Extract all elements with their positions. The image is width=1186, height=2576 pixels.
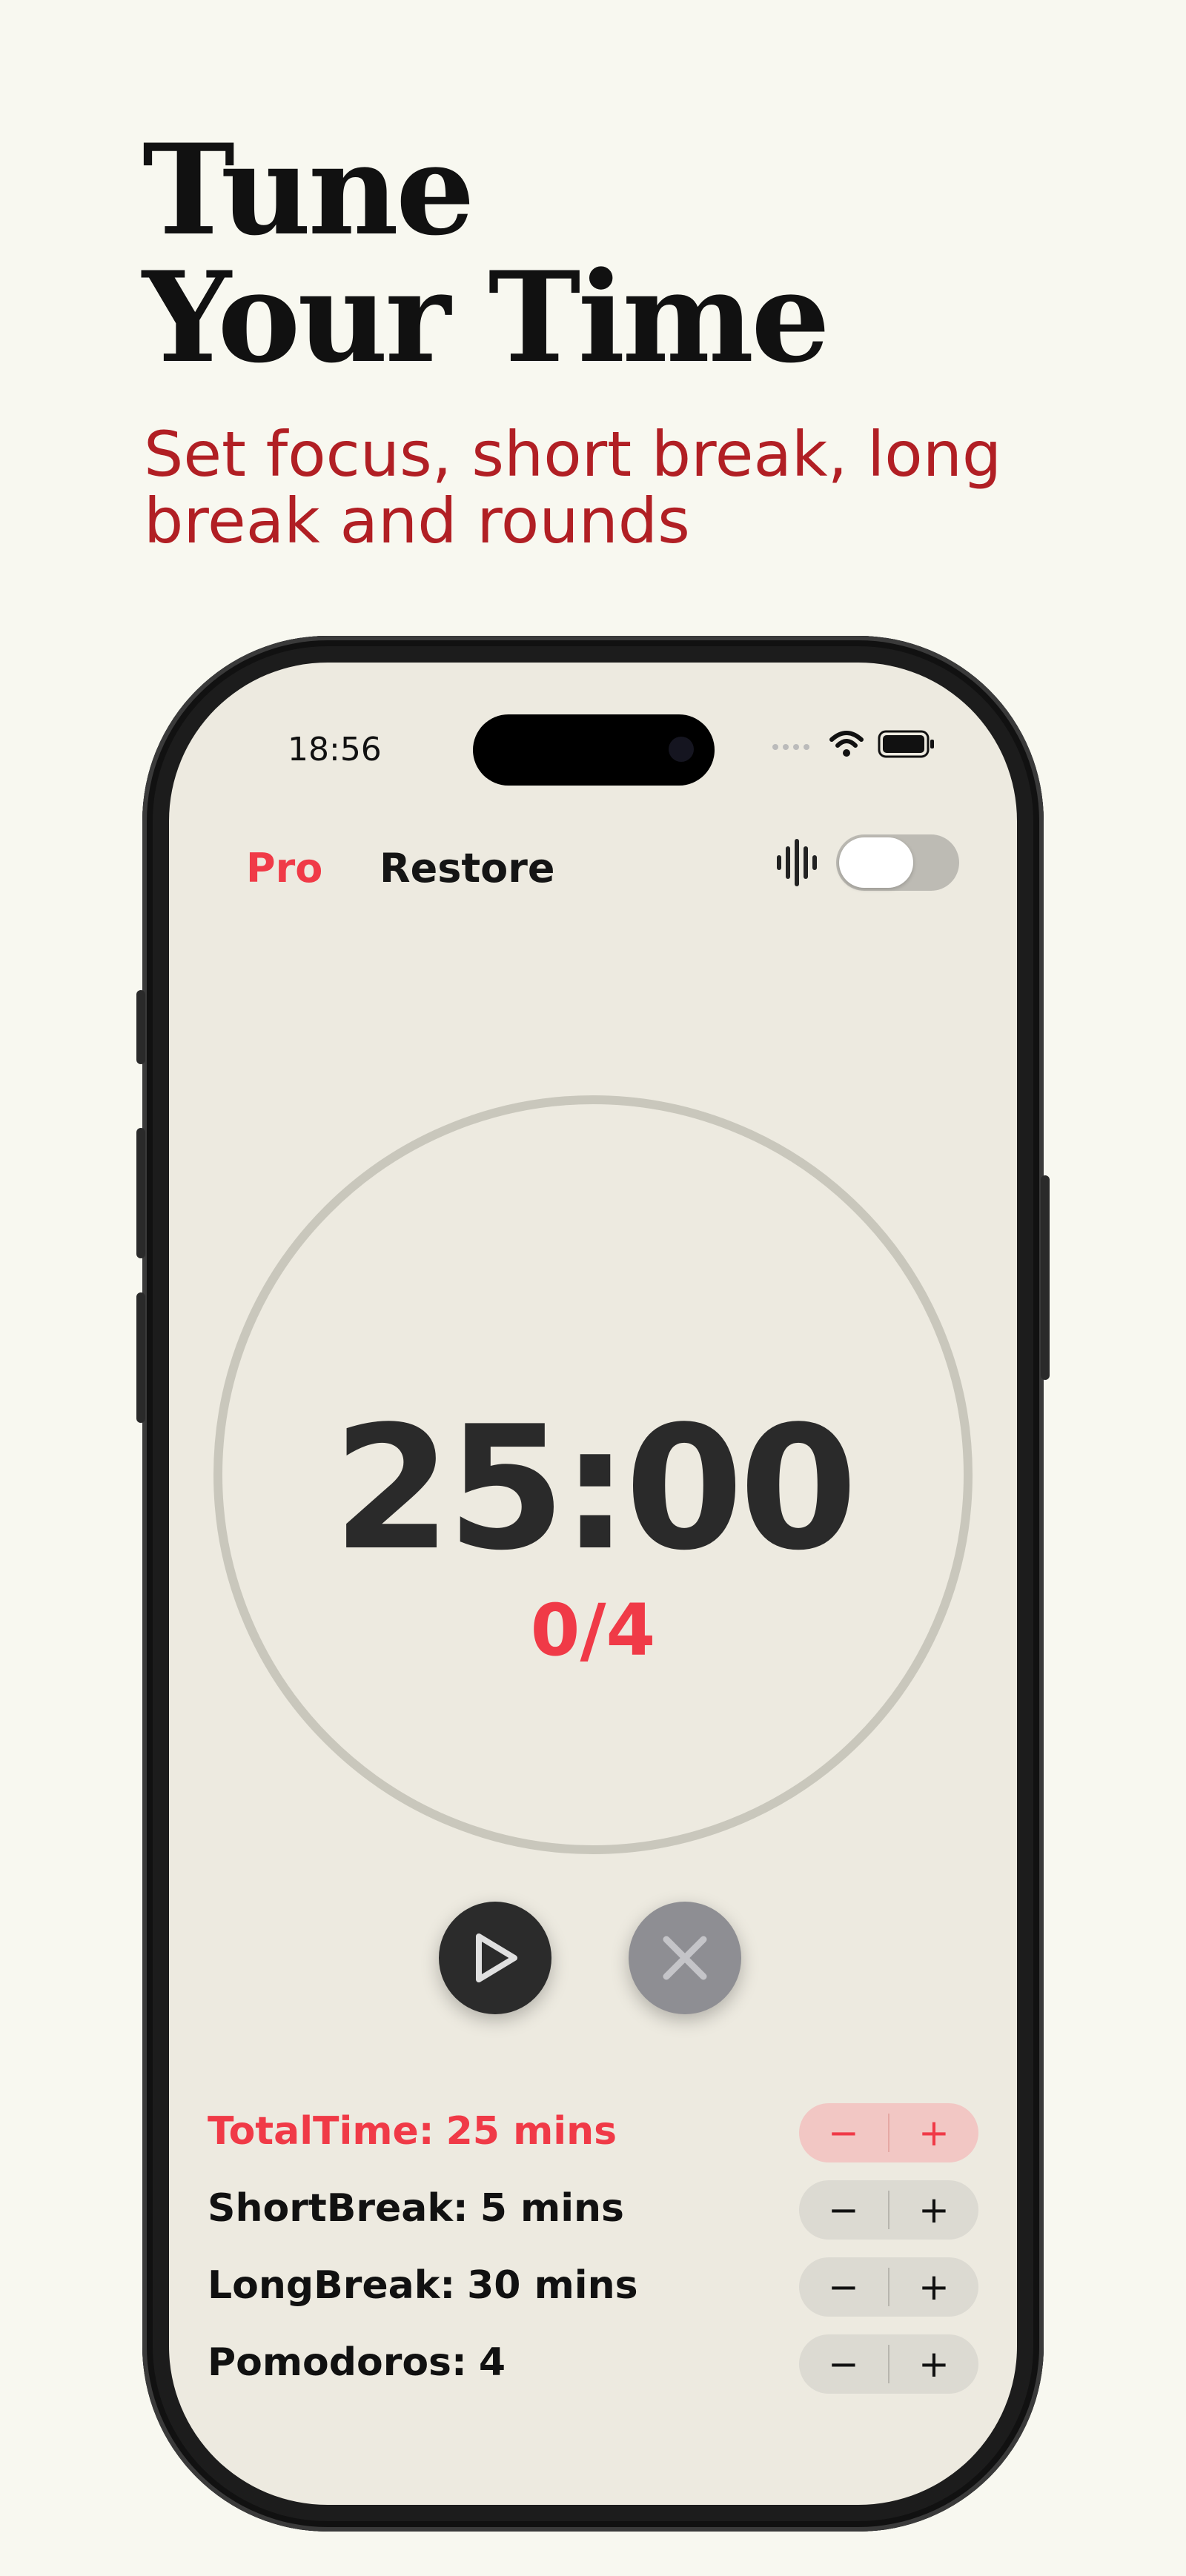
long-break-stepper: − + (799, 2257, 978, 2317)
status-time: 18:56 (288, 731, 382, 769)
timer-display: 25:00 (332, 1390, 858, 1588)
subheadline: Set focus, short break, long break and r… (144, 418, 1002, 557)
increment-button[interactable]: + (890, 2334, 978, 2394)
headline: Tune Your Time (142, 116, 830, 391)
volume-down-button (136, 1292, 145, 1423)
decrement-button[interactable]: − (799, 2257, 888, 2317)
short-break-stepper: − + (799, 2180, 978, 2240)
camera-icon (669, 737, 694, 762)
setting-row-total-time: TotalTime: 25 mins − + (208, 2093, 978, 2170)
battery-icon (878, 730, 934, 758)
settings-list: TotalTime: 25 mins − + ShortBreak: 5 min… (208, 2093, 978, 2401)
setting-value: 5 mins (480, 2186, 624, 2231)
action-button (136, 990, 145, 1064)
toggle-knob (839, 837, 913, 888)
setting-name: TotalTime: (208, 2109, 434, 2154)
sound-wave-icon (777, 839, 817, 886)
setting-value: 4 (478, 2340, 506, 2385)
wifi-icon (829, 731, 864, 757)
play-icon (476, 1933, 517, 1982)
setting-label: TotalTime: 25 mins (208, 2109, 617, 2154)
play-button[interactable] (439, 1902, 551, 2014)
decrement-button[interactable]: − (799, 2103, 888, 2162)
power-button (1041, 1175, 1050, 1380)
volume-up-button (136, 1128, 145, 1258)
app-screen: 18:56 Pro Restore 25:00 0/4 TotalTime: 2… (169, 663, 1017, 2505)
increment-button[interactable]: + (890, 2103, 978, 2162)
total-time-stepper: − + (799, 2103, 978, 2162)
pro-button[interactable]: Pro (246, 845, 322, 892)
setting-name: ShortBreak: (208, 2186, 468, 2231)
setting-name: Pomodoros: (208, 2340, 467, 2385)
setting-name: LongBreak: (208, 2263, 456, 2308)
decrement-button[interactable]: − (799, 2334, 888, 2394)
phone-frame: 18:56 Pro Restore 25:00 0/4 TotalTime: 2… (136, 636, 1050, 2532)
increment-button[interactable]: + (890, 2257, 978, 2317)
setting-row-short-break: ShortBreak: 5 mins − + (208, 2170, 978, 2247)
setting-row-pomodoros: Pomodoros: 4 − + (208, 2324, 978, 2401)
close-icon (663, 1936, 707, 1980)
signal-icon (772, 744, 809, 750)
status-icons (771, 729, 935, 759)
restore-button[interactable]: Restore (380, 845, 555, 892)
setting-label: LongBreak: 30 mins (208, 2263, 638, 2308)
dynamic-island (473, 714, 715, 786)
cancel-button[interactable] (629, 1902, 741, 2014)
setting-value: 30 mins (467, 2263, 638, 2308)
sound-toggle[interactable] (836, 834, 959, 891)
headline-line-1: Tune (142, 116, 475, 263)
round-counter: 0/4 (530, 1589, 656, 1672)
decrement-button[interactable]: − (799, 2180, 888, 2240)
setting-value: 25 mins (445, 2109, 617, 2154)
pomodoros-stepper: − + (799, 2334, 978, 2394)
headline-line-2: Your Time (142, 244, 830, 391)
setting-row-long-break: LongBreak: 30 mins − + (208, 2247, 978, 2324)
increment-button[interactable]: + (890, 2180, 978, 2240)
setting-label: Pomodoros: 4 (208, 2340, 506, 2385)
setting-label: ShortBreak: 5 mins (208, 2186, 624, 2231)
